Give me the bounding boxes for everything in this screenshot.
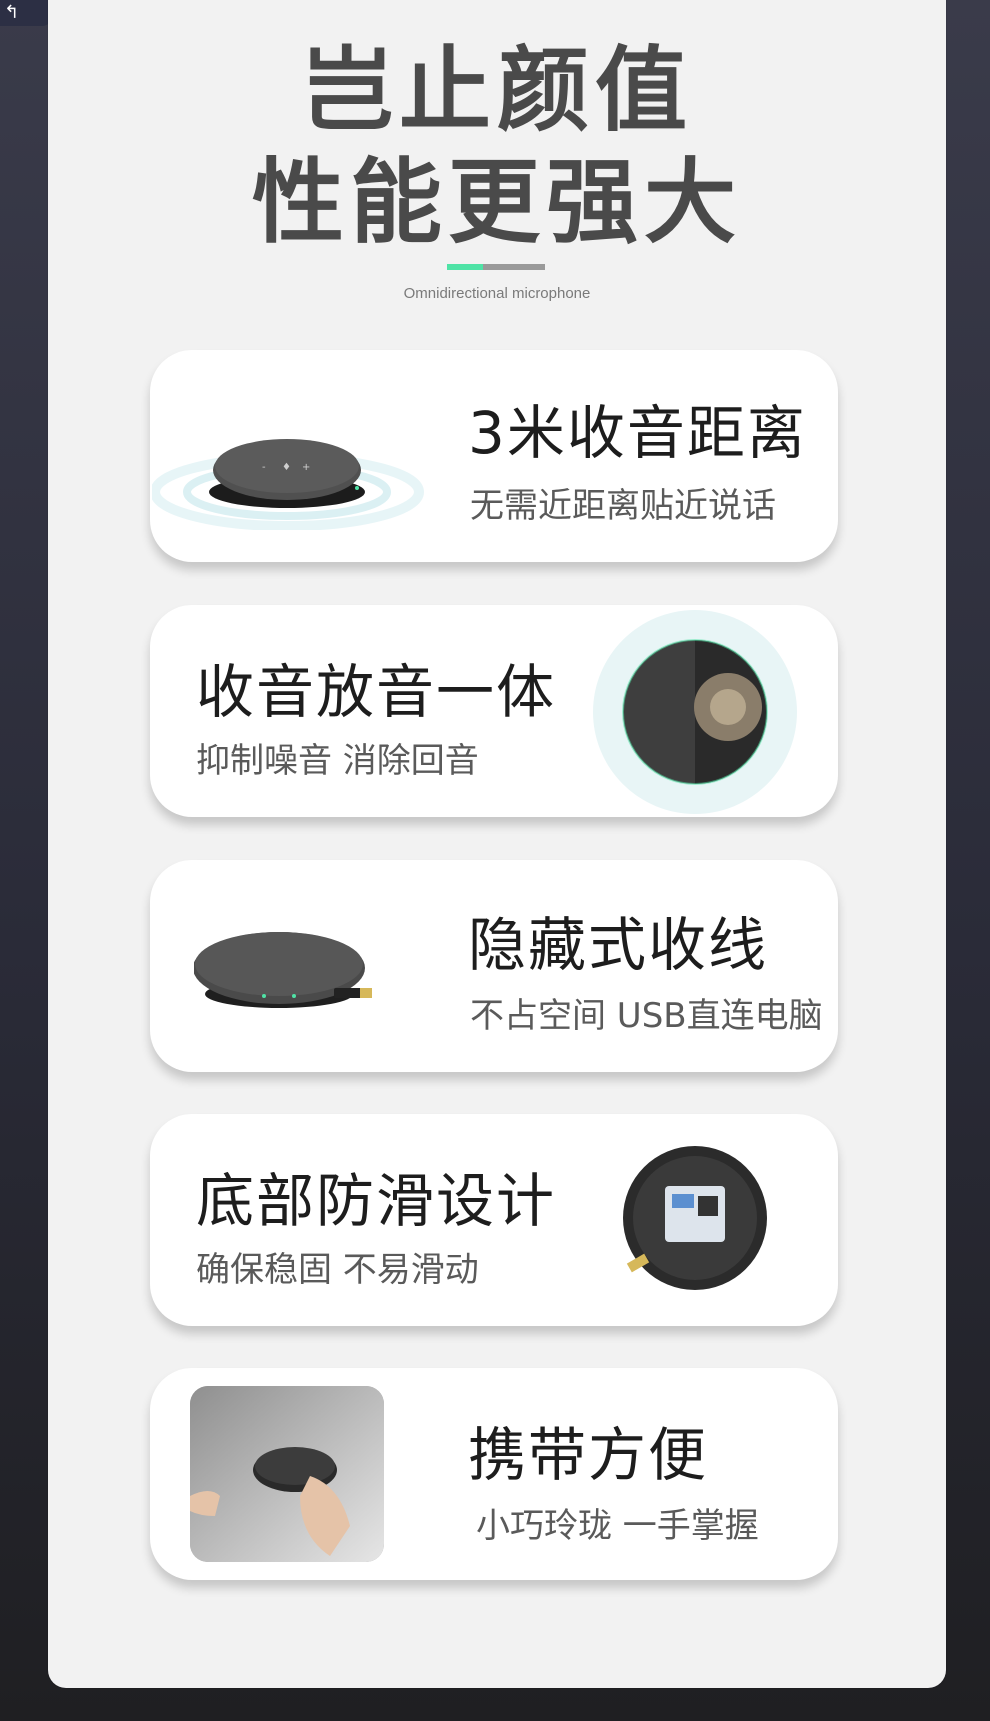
feature-description: 无需近距离贴近说话 xyxy=(470,486,776,526)
page-subtitle: Omnidirectional microphone xyxy=(403,285,591,302)
speaker-usb-cable-image xyxy=(194,932,372,1008)
feature-title: 收音放音一体 xyxy=(196,658,557,726)
feature-description: 小巧玲珑 一手掌握 xyxy=(476,1506,759,1546)
feature-title: 底部防滑设计 xyxy=(196,1167,557,1235)
arrow-left-icon: ↰ xyxy=(4,2,20,23)
feature-title: 3米收音距离 xyxy=(468,399,807,467)
content-panel: 岂止颜值 性能更强大 Omnidirectional microphone - … xyxy=(48,0,946,1688)
feature-description: 抑制噪音 消除回音 xyxy=(196,741,479,781)
feature-description: 确保稳固 不易滑动 xyxy=(196,1250,479,1290)
svg-text:♦: ♦ xyxy=(282,462,291,473)
feature-card-pickup-range: - ♦ + 3米收音距离 无需近距离贴近说话 xyxy=(150,350,838,562)
divider-accent xyxy=(447,264,483,270)
headline-line2: 性能更强大 xyxy=(251,149,742,256)
feature-card-audio-integrated: 收音放音一体 抑制噪音 消除回音 xyxy=(150,605,838,817)
back-icon[interactable]: ↰ xyxy=(0,0,52,26)
feature-card-anti-slip: 底部防滑设计 确保稳固 不易滑动 xyxy=(150,1114,838,1326)
speaker-bottom-image xyxy=(623,1146,767,1290)
title-divider xyxy=(447,264,545,270)
feature-description: 不占空间 USB直连电脑 xyxy=(470,996,823,1036)
svg-text:+: + xyxy=(302,462,310,473)
feature-card-hidden-cable: 隐藏式收线 不占空间 USB直连电脑 xyxy=(150,860,838,1072)
feature-title: 隐藏式收线 xyxy=(468,911,769,979)
feature-title: 携带方便 xyxy=(468,1421,709,1489)
speaker-in-hand-image xyxy=(190,1386,384,1562)
svg-text:-: - xyxy=(262,462,266,473)
feature-card-portable: 携带方便 小巧玲珑 一手掌握 xyxy=(150,1368,838,1580)
speaker-cutaway-image xyxy=(593,610,797,814)
speaker-sound-waves-image: - ♦ + xyxy=(152,439,424,530)
